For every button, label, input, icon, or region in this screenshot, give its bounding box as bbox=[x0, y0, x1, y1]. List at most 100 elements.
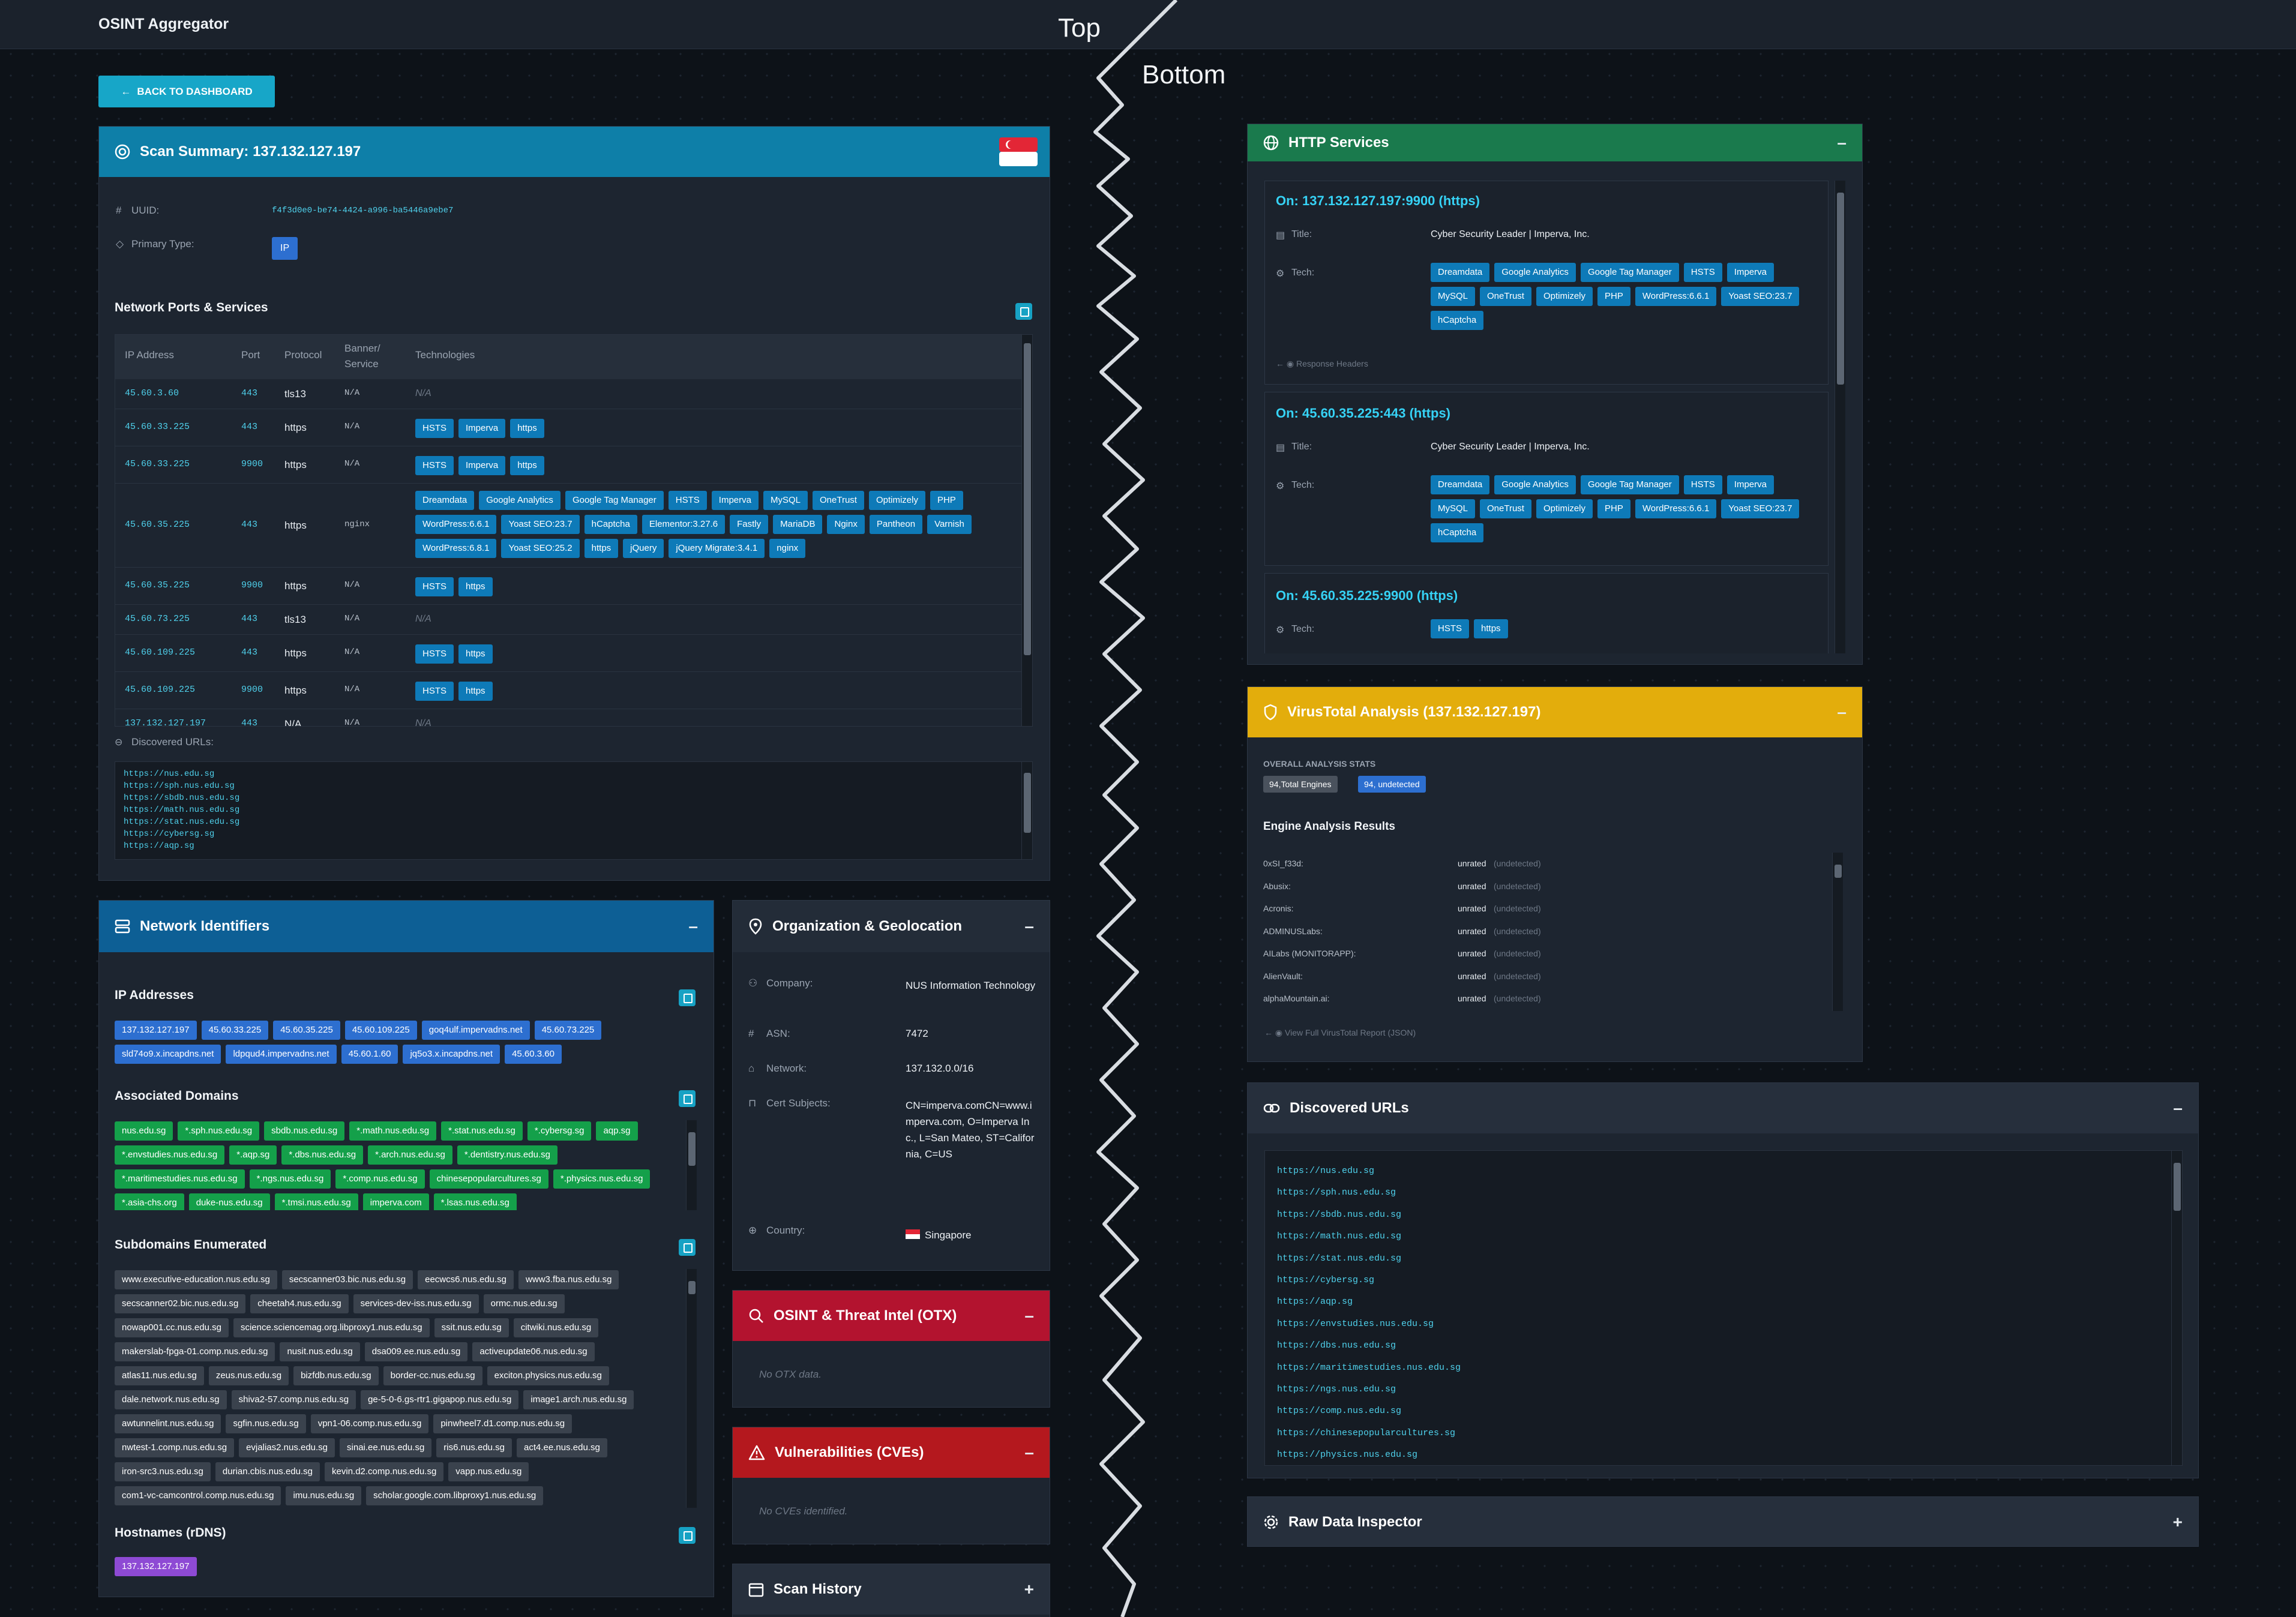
url-link[interactable]: https://sbdb.nus.edu.sg bbox=[124, 792, 1024, 804]
raw-data-title: Raw Data Inspector bbox=[1288, 1514, 1422, 1530]
ports-section-title: Network Ports & Services bbox=[115, 301, 268, 314]
url-link[interactable]: https://stat.nus.edu.sg bbox=[1277, 1248, 2170, 1270]
ip-address-cell: 45.60.33.225 bbox=[125, 459, 190, 469]
engine-result: unrated bbox=[1458, 859, 1486, 868]
url-link[interactable]: https://nus.edu.sg bbox=[1277, 1160, 2170, 1182]
domain-chip: *.sph.nus.edu.sg bbox=[178, 1121, 260, 1141]
collapse-button[interactable]: – bbox=[1837, 703, 1847, 722]
technology-chip: WordPress:6.8.1 bbox=[415, 539, 497, 558]
discovered-urls-scrollbar[interactable] bbox=[2171, 1151, 2182, 1465]
technology-chip: https bbox=[510, 456, 544, 475]
collapse-button[interactable]: – bbox=[1024, 917, 1034, 936]
url-link[interactable]: https://aqp.sg bbox=[1277, 1291, 2170, 1313]
ip-address-chip: 45.60.1.60 bbox=[341, 1045, 398, 1064]
network-icon: ⌂ bbox=[748, 1063, 755, 1074]
ip-address-cell: 45.60.109.225 bbox=[125, 647, 196, 658]
url-link[interactable]: https://stat.nus.edu.sg bbox=[124, 816, 1024, 828]
domain-chip: *.dbs.nus.edu.sg bbox=[281, 1145, 364, 1165]
url-link[interactable]: https://math.nus.edu.sg bbox=[1277, 1226, 2170, 1247]
url-link[interactable]: https://sbdb.nus.edu.sg bbox=[1277, 1204, 2170, 1226]
collapse-button[interactable]: – bbox=[1837, 133, 1847, 152]
technology-chip: Dreamdata bbox=[1431, 475, 1490, 494]
engine-name: Abusix: bbox=[1263, 881, 1291, 891]
collapse-button[interactable]: – bbox=[1024, 1306, 1034, 1325]
expand-button[interactable]: + bbox=[1024, 1580, 1034, 1599]
url-link[interactable]: https://sph.nus.edu.sg bbox=[1277, 1182, 2170, 1204]
url-link[interactable]: https://comp.nus.edu.sg bbox=[1277, 1400, 2170, 1422]
url-link[interactable]: https://dbs.nus.edu.sg bbox=[1277, 1335, 2170, 1357]
url-link[interactable]: https://chinesepopularcultures.sg bbox=[1277, 1423, 2170, 1444]
engine-row: AILabs (MONITORAPP): unrated (undetected) bbox=[1263, 944, 1833, 966]
ip-address-chip: 45.60.109.225 bbox=[344, 1021, 417, 1040]
url-link[interactable]: https://ngs.nus.edu.sg bbox=[1277, 1379, 2170, 1400]
collapse-button[interactable]: – bbox=[1024, 1443, 1034, 1462]
collapse-button[interactable]: – bbox=[688, 917, 698, 936]
subdomain-chip: imu.nus.edu.sg bbox=[286, 1486, 362, 1505]
domains-scrollbar[interactable] bbox=[686, 1120, 697, 1210]
url-link[interactable]: https://nus.edu.sg bbox=[124, 768, 1024, 780]
subdomain-chip: nowap001.cc.nus.edu.sg bbox=[115, 1318, 229, 1337]
subdomain-chip: secscanner03.bic.nus.edu.sg bbox=[281, 1270, 413, 1289]
url-link[interactable]: https://physics.nus.edu.sg bbox=[1277, 1444, 2170, 1466]
hostname-chips: 137.132.127.197 bbox=[115, 1557, 667, 1581]
http-services-scrollbar[interactable] bbox=[1835, 181, 1845, 653]
technology-chip: Imperva bbox=[711, 491, 759, 510]
subdomain-chip: iron-src3.nus.edu.sg bbox=[115, 1462, 211, 1481]
http-service-entry: On: 45.60.35.225:443 (https) ▤ Title: Cy… bbox=[1264, 392, 1829, 566]
summary-urls-scrollbar[interactable] bbox=[1021, 762, 1032, 859]
http-services-header: HTTP Services – bbox=[1248, 124, 1862, 161]
http-service-title: Cyber Security Leader | Imperva, Inc. bbox=[1431, 442, 1590, 452]
copy-icon[interactable] bbox=[1015, 303, 1032, 320]
engine-results-scrollbar[interactable] bbox=[1832, 853, 1843, 1011]
copy-icon[interactable] bbox=[679, 989, 696, 1006]
subdomain-chips: www.executive-education.nus.edu.sg secsca… bbox=[115, 1270, 679, 1508]
technology-chips: Dreamdata Google Analytics Google Tag Mana… bbox=[415, 491, 1015, 563]
url-link[interactable]: https://cybersg.sg bbox=[124, 828, 1024, 840]
asn-value: 7472 bbox=[906, 1028, 928, 1039]
expand-button[interactable]: + bbox=[2173, 1513, 2183, 1532]
ip-address-cell: 137.132.127.197 bbox=[125, 718, 206, 727]
gear-icon bbox=[1264, 1515, 1278, 1529]
users-icon: ⚇ bbox=[748, 977, 758, 989]
technology-chip: Google Tag Manager bbox=[1580, 475, 1679, 494]
scan-history-panel[interactable]: Scan History + bbox=[732, 1564, 1050, 1617]
url-link[interactable]: https://aqp.sg bbox=[124, 840, 1024, 852]
country-label: Country: bbox=[766, 1225, 805, 1236]
url-link[interactable]: https://cybersg.sg bbox=[1277, 1270, 2170, 1291]
full-report-link[interactable]: ← ◉ View Full VirusTotal Report (JSON) bbox=[1264, 1028, 1416, 1038]
technology-chip: Optimizely bbox=[1536, 287, 1593, 306]
technology-chip: MySQL bbox=[1431, 287, 1476, 306]
technology-chips: HSTS https bbox=[415, 682, 1015, 706]
technology-chip: Varnish bbox=[927, 515, 972, 534]
technology-empty: N/A bbox=[415, 388, 431, 398]
domain-chip: *.tmsi.nus.edu.sg bbox=[274, 1193, 358, 1210]
organization-header: Organization & Geolocation – bbox=[733, 901, 1050, 952]
collapse-button[interactable]: – bbox=[2173, 1099, 2183, 1118]
url-link[interactable]: https://sph.nus.edu.sg bbox=[124, 780, 1024, 792]
protocol-cell: tls13 bbox=[284, 388, 306, 400]
table-row: 45.60.73.225 443 tls13 N/A N/A bbox=[115, 605, 1032, 635]
subdomains-scrollbar[interactable] bbox=[686, 1269, 697, 1508]
globe-icon bbox=[1263, 135, 1279, 151]
primary-type-label: Primary Type: bbox=[131, 238, 194, 250]
scan-history-title: Scan History bbox=[774, 1581, 862, 1597]
back-to-dashboard-button[interactable]: ← BACK TO DASHBOARD bbox=[98, 76, 275, 107]
url-link[interactable]: https://maritimestudies.nus.edu.sg bbox=[1277, 1357, 2170, 1379]
subdomain-chip: exciton.physics.nus.edu.sg bbox=[487, 1366, 609, 1385]
ports-table-scrollbar[interactable] bbox=[1021, 335, 1032, 726]
technology-chip: Google Analytics bbox=[479, 491, 560, 510]
url-link[interactable]: https://envstudies.nus.edu.sg bbox=[1277, 1313, 2170, 1335]
scan-history-header[interactable]: Scan History + bbox=[733, 1564, 1050, 1615]
ip-address-chips: 137.132.127.197 45.60.33.225 45.60.35.225 4… bbox=[115, 1021, 667, 1069]
raw-data-header[interactable]: Raw Data Inspector + bbox=[1248, 1497, 2198, 1546]
engine-note: (undetected) bbox=[1494, 994, 1541, 1003]
domain-chip: *.arch.nus.edu.sg bbox=[368, 1145, 452, 1165]
response-headers-toggle[interactable]: ← ◉ Response Headers bbox=[1276, 359, 1368, 369]
raw-data-panel[interactable]: Raw Data Inspector + bbox=[1247, 1496, 2199, 1547]
copy-icon[interactable] bbox=[679, 1527, 696, 1544]
copy-icon[interactable] bbox=[679, 1239, 696, 1256]
ip-address-chip: 137.132.127.197 bbox=[115, 1021, 197, 1040]
technology-chip: Google Analytics bbox=[1494, 263, 1576, 282]
url-link[interactable]: https://math.nus.edu.sg bbox=[124, 804, 1024, 816]
copy-icon[interactable] bbox=[679, 1090, 696, 1107]
